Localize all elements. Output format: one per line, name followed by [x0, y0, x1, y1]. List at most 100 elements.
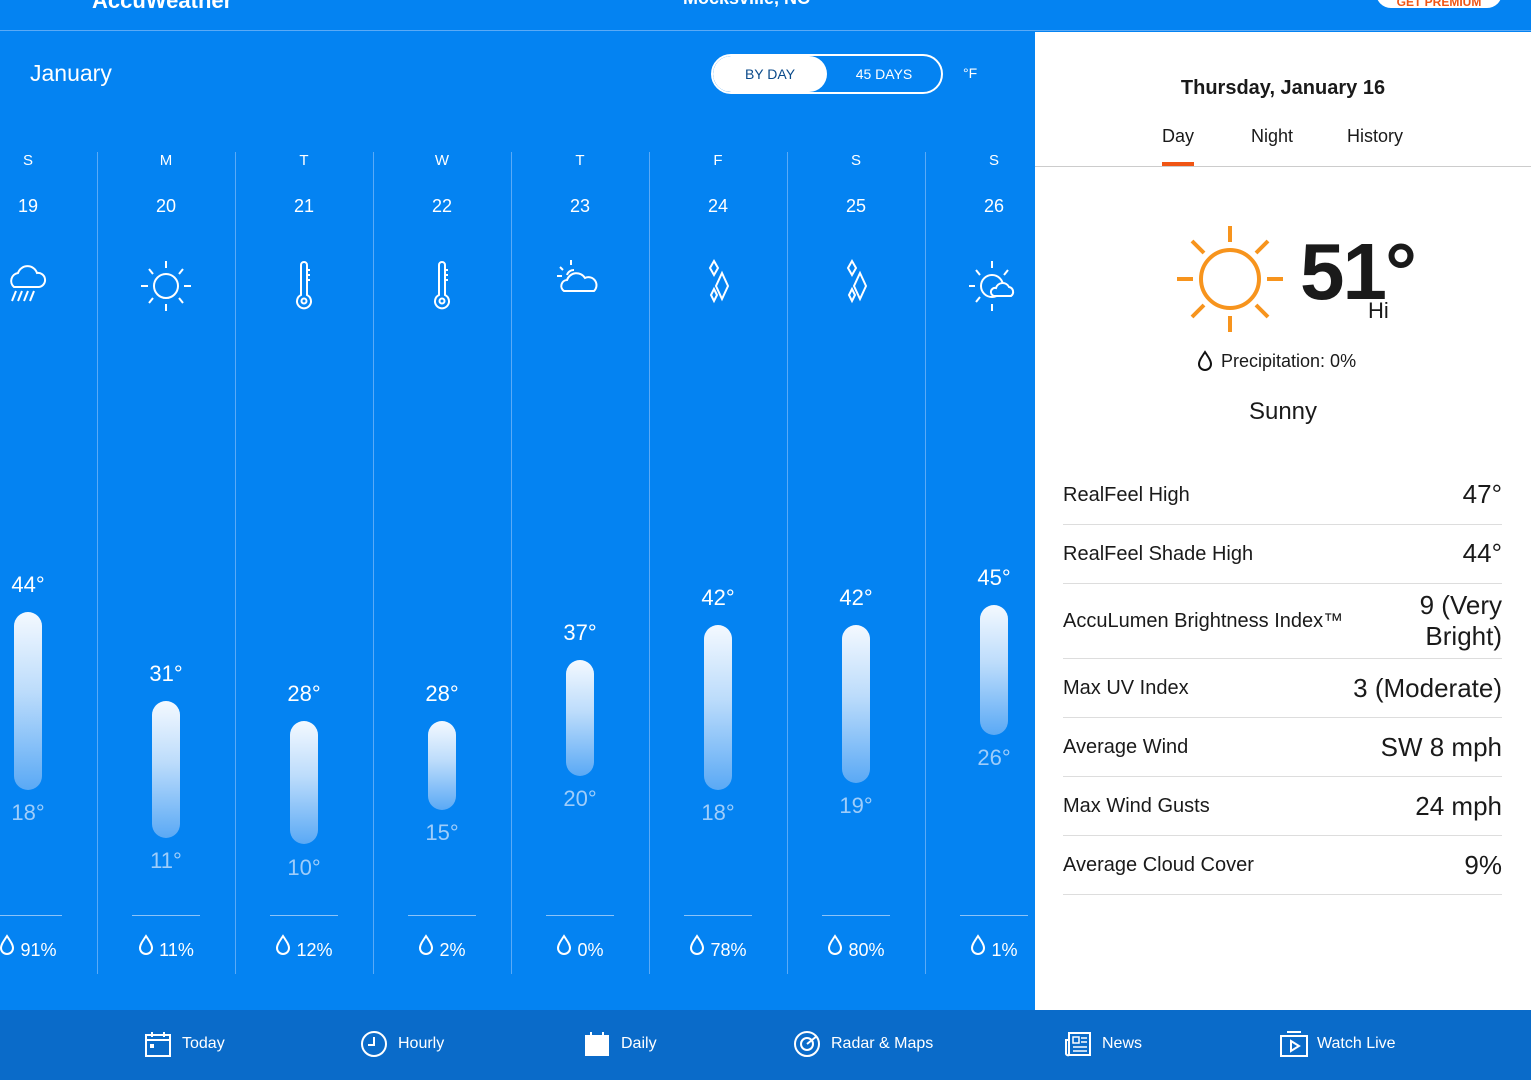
day-column[interactable]: W 22 28° 15° 2% — [373, 32, 511, 1010]
drop-icon — [419, 934, 434, 955]
temperature-range-bar — [704, 625, 732, 790]
news-icon — [1065, 1032, 1091, 1057]
top-bar: AccuWeather Mocksville, NC GET PREMIUM — [0, 0, 1531, 31]
detail-row: AccuLumen Brightness Index™ 9 (Very Brigh… — [1063, 584, 1502, 660]
low-temp: 20° — [563, 786, 597, 811]
temperature-range-bar — [428, 721, 456, 811]
precip-value: 2% — [439, 940, 466, 960]
detail-list: RealFeel High 47° RealFeel Shade High 44° Ac… — [1063, 466, 1502, 896]
day-column[interactable]: T 23 37° 20° 0% — [511, 32, 649, 1010]
detail-label: AccuLumen Brightness Index™ — [1063, 609, 1344, 632]
day-date: 22 — [431, 196, 453, 216]
drop-icon — [971, 934, 986, 955]
day-of-week: M — [159, 152, 173, 169]
precip-chance: 78% — [649, 934, 787, 961]
divider — [684, 915, 752, 916]
tab-day[interactable]: Day — [1162, 126, 1195, 166]
high-temperature: 51° — [1300, 227, 1417, 316]
ice-icon — [846, 258, 868, 304]
thermometer-icon — [296, 261, 312, 310]
nav-label: News — [1102, 1035, 1143, 1052]
nav-radar-maps[interactable]: Radar & Maps — [793, 1030, 933, 1058]
nav-label: Radar & Maps — [831, 1035, 934, 1052]
low-temp: 19° — [839, 792, 873, 818]
detail-row: Average Wind SW 8 mph — [1063, 718, 1502, 778]
precip-value: 91% — [20, 940, 57, 960]
nav-watch-live[interactable]: Watch Live — [1279, 1030, 1396, 1058]
clock-icon — [361, 1031, 387, 1057]
detail-label: Max Wind Gusts — [1063, 794, 1210, 817]
radar-icon — [794, 1031, 820, 1057]
precipitation-text: Precipitation: 0% — [1221, 350, 1357, 371]
detail-row: RealFeel High 47° — [1063, 466, 1502, 525]
location-title[interactable]: Mocksville, NC — [683, 0, 810, 9]
sun-icon — [1177, 226, 1283, 332]
divider — [0, 915, 62, 916]
tab-history[interactable]: History — [1347, 126, 1403, 166]
detail-row: Max Wind Gusts 24 mph — [1063, 777, 1502, 837]
app-logo[interactable]: AccuWeather — [92, 0, 232, 14]
nav-label: Daily — [621, 1035, 657, 1052]
day-column[interactable]: M 20 31° 11° 11% — [97, 32, 235, 1010]
temperature-range-bar — [14, 611, 42, 790]
precip-value: 1% — [991, 940, 1018, 960]
nav-news[interactable]: News — [1064, 1030, 1142, 1058]
nav-hourly[interactable]: Hourly — [360, 1030, 444, 1058]
detail-value: 9% — [1464, 849, 1502, 880]
divider — [132, 915, 200, 916]
precipitation: Precipitation: 0% — [1197, 350, 1356, 372]
low-temp: 11° — [150, 847, 182, 873]
nav-label: Hourly — [398, 1035, 445, 1052]
day-column[interactable]: S 19 44° 18° 91% — [0, 32, 97, 1010]
ice-icon — [708, 258, 730, 304]
detail-row: RealFeel Shade High 44° — [1063, 525, 1502, 584]
day-date: 20 — [155, 196, 177, 216]
detail-value: 47° — [1462, 479, 1502, 510]
precip-value: 0% — [577, 940, 604, 960]
day-column[interactable]: S 25 42° 19° 80% — [787, 32, 925, 1010]
detail-value: 44° — [1462, 538, 1502, 569]
high-temp: 42° — [839, 585, 873, 611]
detail-value: 24 mph — [1415, 790, 1502, 821]
divider — [546, 915, 614, 916]
premium-button[interactable]: GET PREMIUM — [1376, 0, 1502, 9]
high-temp: 44° — [11, 571, 45, 597]
day-of-week: S — [22, 152, 33, 169]
detail-label: Max UV Index — [1063, 676, 1189, 699]
nav-label: Today — [182, 1035, 225, 1052]
day-of-week: W — [434, 152, 450, 169]
day-of-week: S — [850, 152, 861, 169]
drop-icon — [276, 934, 291, 955]
day-column[interactable]: F 24 42° 18° 78% — [649, 32, 787, 1010]
condition: Sunny — [1248, 398, 1318, 425]
precip-chance: 80% — [787, 934, 925, 961]
detail-row: Average Cloud Cover 9% — [1063, 836, 1502, 896]
precip-chance: 91% — [0, 934, 97, 961]
detail-label: RealFeel Shade High — [1063, 542, 1254, 565]
detail-value: 3 (Moderate) — [1353, 672, 1502, 703]
day-of-week: T — [575, 152, 585, 169]
detail-label: RealFeel High — [1063, 483, 1190, 506]
precip-value: 78% — [710, 940, 747, 960]
nav-today[interactable]: Today — [144, 1030, 225, 1058]
high-temp: 28° — [287, 681, 321, 707]
thermometer-icon — [434, 261, 450, 310]
day-column[interactable]: T 21 28° 10° 12% — [235, 32, 373, 1010]
precip-value: 12% — [296, 940, 333, 960]
low-temp: 18° — [11, 799, 45, 825]
high-temp: 42° — [701, 585, 735, 611]
detail-date: Thursday, January 16 — [1180, 77, 1386, 99]
calendar-icon — [585, 1032, 609, 1056]
divider — [822, 915, 890, 916]
detail-tabs: Day Night History — [1035, 126, 1531, 167]
temperature-range-bar — [152, 700, 180, 838]
nav-daily[interactable]: Daily — [583, 1030, 657, 1058]
drop-icon — [1197, 350, 1213, 371]
partly-cloudy-icon — [557, 260, 598, 292]
rain-cloud-icon — [10, 265, 47, 302]
precip-value: 80% — [848, 940, 885, 960]
day-date: 19 — [17, 196, 39, 216]
divider — [960, 915, 1028, 916]
drop-icon — [557, 934, 572, 955]
tab-night[interactable]: Night — [1251, 126, 1293, 166]
